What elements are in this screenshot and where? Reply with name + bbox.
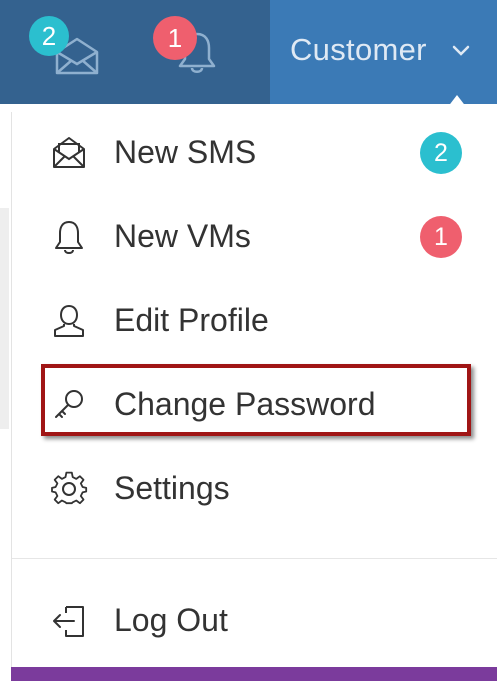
menu-item-new-sms[interactable]: New SMS 2	[12, 112, 497, 192]
footer-bar	[11, 667, 497, 681]
menu-item-settings[interactable]: Settings	[12, 448, 497, 528]
page-background-strip	[0, 104, 11, 681]
bell-icon	[55, 221, 83, 254]
envelope-open-icon	[53, 137, 85, 168]
change-password-highlight	[41, 364, 471, 436]
menu-item-label: Settings	[114, 470, 230, 506]
notifications-button[interactable]: 1	[150, 0, 260, 104]
top-navbar: 2 1 Customer	[0, 0, 497, 104]
chevron-down-icon[interactable]	[452, 45, 470, 57]
dropdown-pointer	[444, 95, 470, 112]
menu-item-label: New SMS	[114, 134, 257, 170]
user-name[interactable]: Customer	[290, 32, 427, 68]
user-icon	[54, 304, 84, 337]
messages-count-badge: 2	[29, 16, 69, 56]
vms-count-badge: 1	[420, 216, 462, 258]
gear-icon	[51, 471, 88, 505]
menu-item-label: New VMs	[114, 218, 251, 254]
messages-button[interactable]: 2	[26, 0, 136, 104]
menu-item-label: Log Out	[114, 602, 228, 638]
menu-divider	[12, 558, 497, 559]
sms-count-badge: 2	[420, 132, 462, 174]
menu-item-log-out[interactable]: Log Out	[12, 580, 497, 660]
notifications-count-badge: 1	[153, 16, 197, 60]
logout-icon	[53, 606, 84, 637]
menu-item-edit-profile[interactable]: Edit Profile	[12, 280, 497, 360]
menu-item-new-vms[interactable]: New VMs 1	[12, 196, 497, 276]
menu-item-label: Edit Profile	[114, 302, 269, 338]
